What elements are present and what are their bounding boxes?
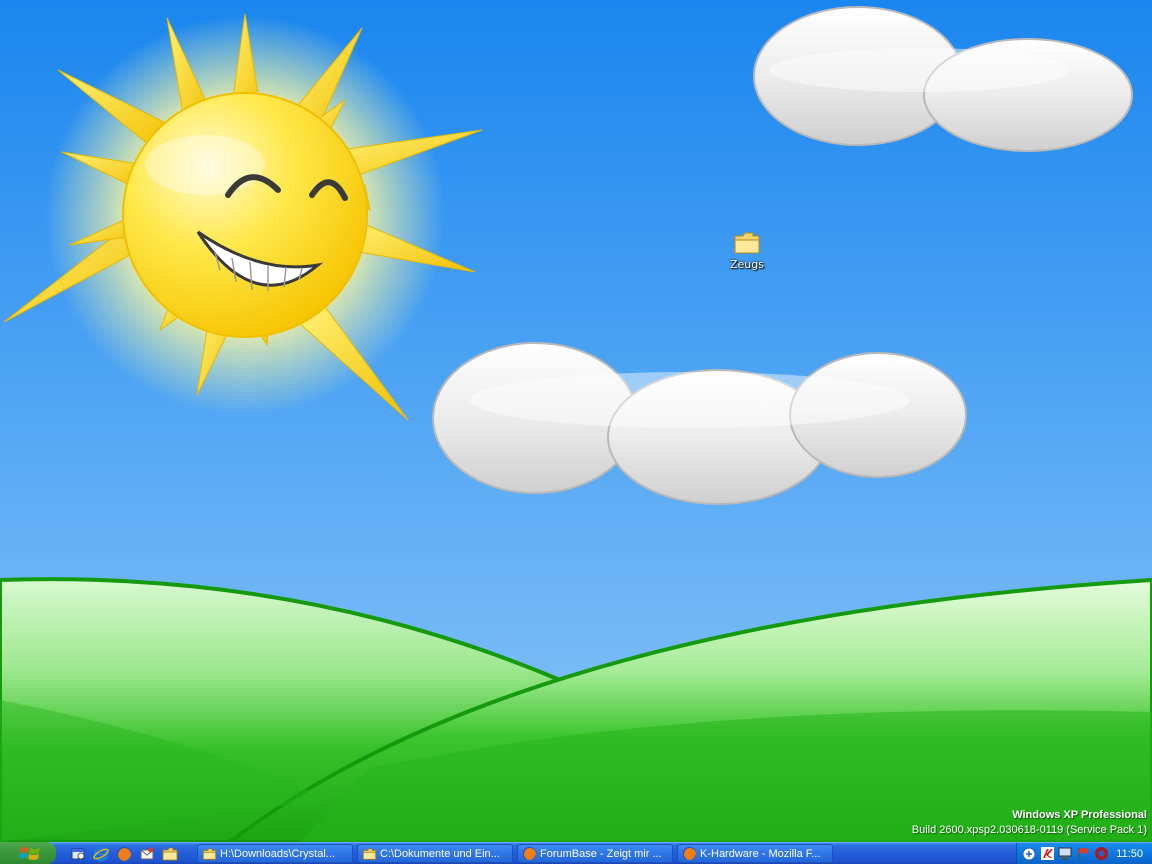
quick-launch-ie[interactable] — [91, 844, 111, 864]
desktop[interactable]: Zeugs Windows XP Professional Build 2600… — [0, 0, 1152, 842]
taskbar-button-forumbase[interactable]: ForumBase - Zeigt mir ... — [517, 844, 673, 863]
os-version-watermark: Windows XP Professional Build 2600.xpsp2… — [912, 808, 1147, 838]
system-tray: 11:50 — [1016, 843, 1152, 864]
show-desktop-button[interactable] — [68, 844, 88, 864]
quick-launch-explorer[interactable] — [160, 844, 180, 864]
folder-icon — [734, 232, 760, 254]
firefox-icon — [521, 846, 537, 862]
clock[interactable]: 11:50 — [1116, 848, 1143, 860]
taskbar-button-label: H:\Downloads\Crystal... — [220, 847, 335, 860]
os-build: Build 2600.xpsp2.030618-0119 (Service Pa… — [911, 824, 1147, 836]
quick-launch-bar — [68, 843, 180, 864]
folder-icon — [361, 846, 377, 862]
folder-icon — [162, 847, 178, 860]
start-button[interactable] — [0, 842, 56, 864]
firefox-icon — [681, 846, 697, 862]
desktop-icon-zeugs[interactable]: Zeugs — [718, 230, 776, 271]
taskbar-button-label: C:\Dokumente und Ein... — [380, 847, 500, 860]
monitor-icon[interactable] — [1057, 846, 1073, 862]
taskbar-button-label: ForumBase - Zeigt mir ... — [540, 847, 662, 860]
folder-icon — [201, 846, 217, 862]
email-icon — [140, 847, 154, 859]
taskbar-button-k-hardware[interactable]: K-Hardware - Mozilla F... — [677, 844, 833, 863]
firefox-icon — [117, 846, 131, 861]
quick-launch-email[interactable] — [137, 844, 157, 864]
wallpaper — [0, 0, 1152, 842]
windows-logo-icon — [19, 846, 40, 860]
network-icon[interactable] — [1021, 846, 1037, 862]
show-desktop-icon — [71, 848, 85, 859]
taskbar: H:\Downloads\Crystal... C:\Dokumente und… — [0, 842, 1152, 864]
taskbar-button-label: K-Hardware - Mozilla F... — [700, 847, 821, 860]
internet-explorer-icon — [93, 846, 109, 861]
taskbar-button-downloads[interactable]: H:\Downloads\Crystal... — [197, 844, 353, 863]
flag-icon[interactable] — [1075, 846, 1091, 862]
shield-icon[interactable] — [1093, 846, 1109, 862]
quick-launch-firefox[interactable] — [114, 844, 134, 864]
os-edition: Windows XP Professional — [1012, 809, 1147, 821]
antivirus-icon[interactable] — [1039, 846, 1055, 862]
taskbar-button-dokumente[interactable]: C:\Dokumente und Ein... — [357, 844, 513, 863]
desktop-icon-label: Zeugs — [730, 258, 764, 271]
